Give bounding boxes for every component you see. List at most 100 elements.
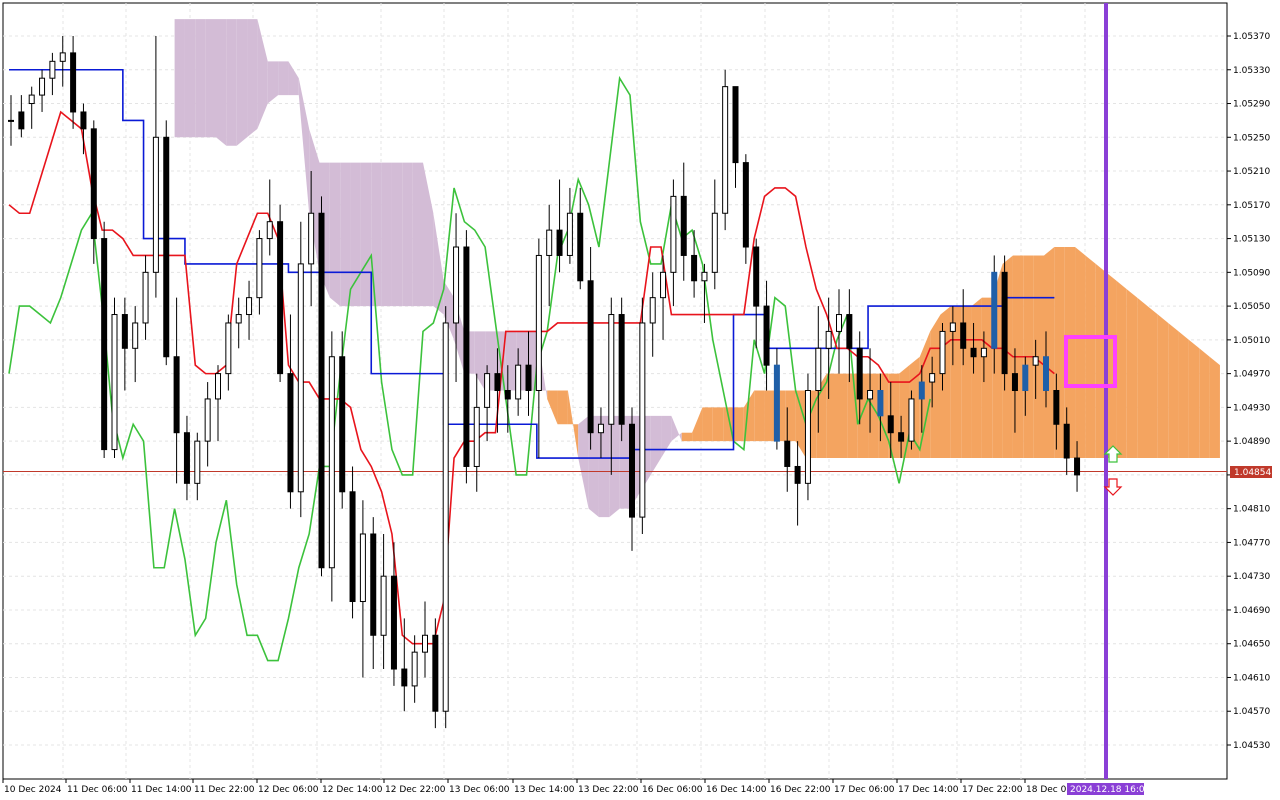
candle-body-bear: [960, 322, 967, 349]
kumo-bull-segment: [1168, 322, 1179, 459]
ichimoku-chart[interactable]: 1.05370 1.05330 1.05290 1.05250 1.05210 1.051…: [0, 0, 1280, 800]
candle-body-bear: [856, 347, 863, 400]
candle[interactable]: [432, 618, 439, 729]
candle-body-bull: [380, 575, 387, 636]
candle-body-bear: [90, 128, 97, 240]
kumo-bear-segment: [402, 162, 413, 307]
candle-body-bear: [887, 415, 894, 434]
y-tick-label: 1.05010: [1233, 336, 1270, 346]
candle-body-bull: [597, 423, 604, 434]
candle-body-bear: [318, 212, 325, 569]
candle-body-bull: [722, 86, 729, 214]
candle[interactable]: [163, 120, 170, 366]
x-tick-label: 13 Dec 14:00: [514, 785, 575, 795]
candle[interactable]: [463, 230, 470, 484]
kumo-bull-segment: [754, 390, 765, 442]
candle[interactable]: [339, 331, 346, 509]
candle-body-bear: [577, 212, 584, 282]
kumo-bear-segment: [205, 19, 216, 138]
kumo-bull-segment: [1199, 348, 1210, 459]
candle[interactable]: [1001, 255, 1008, 391]
candle-body-bear: [691, 254, 698, 282]
candle-body-bull: [535, 254, 542, 391]
kumo-bull-segment: [1157, 314, 1169, 459]
y-tick-label: 1.04930: [1233, 403, 1270, 413]
x-tick-label: 11 Dec 22:00: [194, 785, 255, 795]
candle-body-bull: [1032, 356, 1039, 366]
time-axis[interactable]: 10 Dec 2024 11 Dec 06:00 11 Dec 14:00 11 De…: [2, 779, 1087, 795]
y-tick-label: 1.05370: [1233, 32, 1270, 42]
kumo-bear-segment: [184, 19, 196, 138]
y-tick-label: 1.05050: [1233, 302, 1270, 312]
price-axis[interactable]: 1.05370 1.05330 1.05290 1.05250 1.05210 1.051…: [1227, 32, 1270, 751]
candle[interactable]: [318, 196, 325, 577]
candle-body-bear: [494, 373, 501, 392]
kumo-bear-segment: [350, 162, 361, 307]
kumo-bull-segment: [1075, 247, 1086, 459]
candle-body-bull: [194, 440, 201, 484]
candle[interactable]: [742, 154, 749, 264]
candle[interactable]: [328, 331, 335, 602]
candle-body-bull: [142, 271, 149, 324]
kumo-bear-segment: [247, 19, 258, 138]
kumo-bear-segment: [340, 162, 351, 307]
candle-body-bear: [618, 314, 625, 425]
kumo-bear-segment: [174, 19, 185, 138]
candle-body-bull: [815, 347, 822, 391]
candle-body-bear: [339, 356, 346, 493]
candle-body-bull: [608, 314, 615, 425]
candle-body-bull: [256, 238, 263, 299]
candle-body-bull: [670, 195, 677, 273]
kumo-bear-segment: [371, 162, 382, 307]
candle-body-bear: [773, 364, 780, 442]
candle-body-bull: [639, 322, 646, 518]
kumo-bull-segment: [1085, 255, 1096, 459]
candle-body-bear: [463, 246, 470, 467]
candle-body-bear: [970, 347, 977, 358]
candle[interactable]: [804, 373, 811, 501]
candle-body-bear: [846, 314, 853, 349]
candle-body-bull: [49, 60, 56, 79]
x-tick-label: 16 Dec 22:00: [770, 785, 831, 795]
candle[interactable]: [297, 221, 304, 518]
candle[interactable]: [442, 306, 449, 729]
candle-body-bear: [556, 229, 563, 256]
candle-body-bear: [794, 465, 801, 484]
candle-body-bear: [732, 86, 739, 164]
kumo-bull-segment: [764, 390, 775, 442]
kumo-bull-segment: [1178, 331, 1189, 459]
candle[interactable]: [639, 297, 646, 534]
y-tick-label: 1.04570: [1233, 707, 1270, 717]
candle-body-bull: [804, 390, 811, 484]
candle-body-bear: [173, 356, 180, 434]
candle[interactable]: [277, 204, 284, 383]
candle-body-bull: [266, 221, 273, 240]
x-tick-label: 17 Dec 14:00: [898, 785, 959, 795]
x-tick-label: 12 Dec 14:00: [322, 785, 383, 795]
candle-body-bull: [328, 356, 335, 569]
candle[interactable]: [101, 221, 108, 459]
kumo-bull-segment: [702, 407, 713, 442]
y-tick-label: 1.04530: [1233, 741, 1270, 751]
y-tick-label: 1.05170: [1233, 201, 1270, 211]
candle-body-bull: [939, 330, 946, 375]
candle-body-bull: [225, 322, 232, 375]
y-tick-label: 1.05330: [1233, 66, 1270, 76]
candle[interactable]: [618, 297, 625, 442]
candle-body-bear: [349, 491, 356, 603]
candle-body-bull: [867, 390, 874, 400]
candle[interactable]: [722, 69, 729, 231]
kumo-bear-segment: [226, 19, 237, 146]
candle-body-bull: [59, 52, 66, 62]
candle-body-bear: [680, 195, 687, 256]
candle[interactable]: [908, 390, 915, 450]
current-price-label: 1.04854: [1234, 468, 1271, 478]
candle[interactable]: [111, 297, 118, 459]
candle-body-bull: [204, 398, 211, 442]
candle-body-bull: [949, 322, 956, 332]
candle-body-bear: [742, 162, 749, 248]
y-tick-label: 1.05090: [1233, 268, 1270, 278]
kumo-bear-segment: [236, 19, 248, 146]
candle-body-bull: [297, 263, 304, 493]
candle-body-bull: [246, 297, 253, 316]
